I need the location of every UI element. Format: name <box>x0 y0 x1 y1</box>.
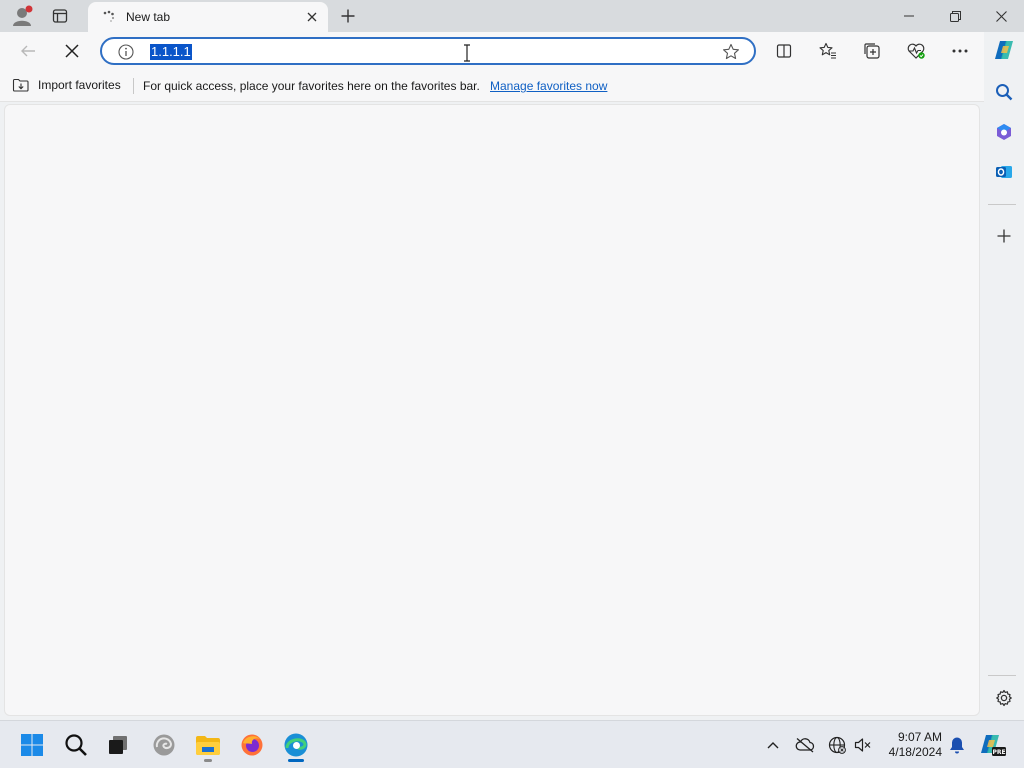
plus-icon <box>341 9 355 23</box>
edge-icon <box>284 733 308 757</box>
info-icon <box>118 44 134 60</box>
folder-icon <box>196 736 220 755</box>
customize-sidebar-button[interactable] <box>988 220 1020 252</box>
system-clock[interactable]: 9:07 AM 4/18/2024 <box>878 730 942 760</box>
start-button[interactable] <box>14 727 50 763</box>
task-view-icon <box>109 736 127 754</box>
firefox-icon <box>241 734 263 756</box>
restore-icon <box>949 10 961 22</box>
taskbar-search-button[interactable] <box>58 727 94 763</box>
windows-logo-icon <box>21 734 43 756</box>
collections-icon <box>864 43 880 59</box>
tab-actions-icon <box>52 9 68 23</box>
heartbeat-icon <box>907 43 925 59</box>
loading-spinner-icon <box>103 10 115 22</box>
browser-essentials-button[interactable] <box>900 36 932 66</box>
minimize-icon <box>904 15 914 17</box>
running-indicator <box>204 759 212 762</box>
restore-button[interactable] <box>932 0 978 32</box>
address-input[interactable]: 1.1.1.1 <box>150 44 192 60</box>
stop-icon <box>65 44 79 58</box>
tab-strip: New tab <box>0 0 1024 32</box>
favorites-bar-message: For quick access, place your favorites h… <box>143 79 480 93</box>
active-indicator <box>288 759 304 762</box>
close-icon <box>307 12 317 22</box>
globe-icon <box>828 736 846 754</box>
svg-text:PRE: PRE <box>992 749 1005 756</box>
sidebar-settings-button[interactable] <box>988 682 1020 714</box>
add-favorite-button[interactable] <box>722 43 740 61</box>
tab-close-button[interactable] <box>304 9 320 25</box>
microsoft-365-button[interactable] <box>988 116 1020 148</box>
back-arrow-icon <box>21 45 35 57</box>
minimize-button[interactable] <box>886 0 932 32</box>
profile-icon <box>13 5 33 26</box>
taskbar-edge-app[interactable] <box>278 727 314 763</box>
notifications-button[interactable] <box>946 734 968 756</box>
favorites-divider <box>133 78 134 94</box>
show-hidden-icons-button[interactable] <box>762 734 784 756</box>
split-screen-icon <box>776 44 792 58</box>
close-window-button[interactable] <box>978 0 1024 32</box>
gear-icon <box>996 689 1012 707</box>
address-bar[interactable]: 1.1.1.1 <box>100 37 756 65</box>
edge-sidebar <box>984 32 1024 720</box>
navigation-toolbar: 1.1.1.1 <box>0 32 984 70</box>
split-screen-button[interactable] <box>768 36 800 66</box>
clock-time: 9:07 AM <box>897 730 942 744</box>
new-tab-button[interactable] <box>334 3 362 29</box>
import-icon <box>12 78 29 92</box>
favorites-bar: Import favorites For quick access, place… <box>0 70 984 102</box>
volume-tray-button[interactable] <box>852 734 874 756</box>
close-icon <box>995 10 1007 22</box>
taskbar-edge-beta-app[interactable] <box>146 727 182 763</box>
copilot-icon <box>995 41 1013 59</box>
back-button[interactable] <box>12 36 44 66</box>
import-favorites-button[interactable]: Import favorites <box>12 77 121 93</box>
site-info-button[interactable] <box>118 44 134 60</box>
task-view-button[interactable] <box>100 727 136 763</box>
taskbar-file-explorer-app[interactable] <box>190 727 226 763</box>
favorites-icon <box>819 42 836 59</box>
bell-icon <box>950 737 964 754</box>
taskbar-firefox-app[interactable] <box>234 727 270 763</box>
search-icon <box>65 734 87 756</box>
copilot-pre-icon: PRE <box>981 735 1006 756</box>
tab-new-tab[interactable]: New tab <box>88 2 328 32</box>
edge-gray-icon <box>153 734 175 756</box>
network-tray-button[interactable] <box>826 734 848 756</box>
clock-date: 4/18/2024 <box>888 745 942 759</box>
more-icon <box>952 49 968 53</box>
plus-icon <box>997 229 1011 243</box>
manage-favorites-link[interactable]: Manage favorites now <box>490 79 607 93</box>
speaker-muted-icon <box>854 738 871 752</box>
outlook-icon <box>996 166 1012 178</box>
import-favorites-label: Import favorites <box>38 78 121 92</box>
settings-and-more-button[interactable] <box>944 36 976 66</box>
tab-actions-button[interactable] <box>42 2 78 30</box>
copilot-preview-button[interactable]: PRE <box>980 734 1006 756</box>
text-cursor-icon <box>462 43 472 63</box>
sidebar-divider <box>988 675 1016 676</box>
chevron-up-icon <box>767 742 779 749</box>
sidebar-divider <box>988 204 1016 205</box>
favorites-button[interactable] <box>812 36 844 66</box>
profile-button[interactable] <box>4 2 40 30</box>
collections-button[interactable] <box>856 36 888 66</box>
tab-title: New tab <box>126 10 171 24</box>
copilot-button[interactable] <box>988 34 1020 66</box>
star-icon <box>723 43 739 60</box>
stop-loading-button[interactable] <box>56 36 88 66</box>
search-icon <box>996 84 1013 101</box>
search-sidebar-button[interactable] <box>988 76 1020 108</box>
cloud-offline-icon <box>795 738 815 753</box>
page-content <box>4 104 980 716</box>
onedrive-tray-button[interactable] <box>794 734 816 756</box>
microsoft-365-icon <box>997 124 1011 140</box>
outlook-button[interactable] <box>988 156 1020 188</box>
windows-taskbar: 9:07 AM 4/18/2024 PRE <box>0 720 1024 768</box>
